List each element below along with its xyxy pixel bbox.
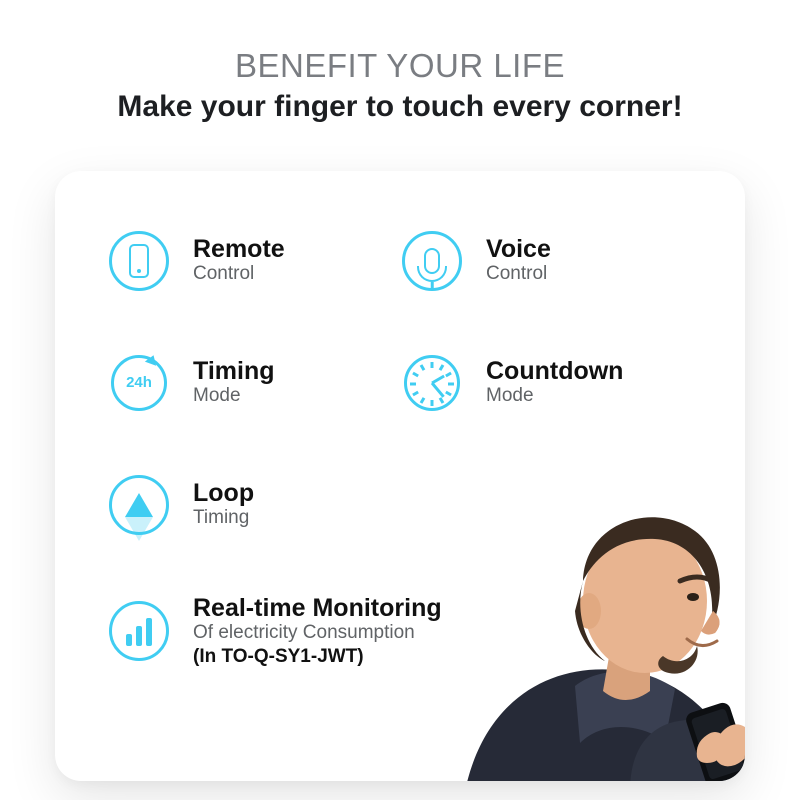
feature-note: (In TO-Q-SY1-JWT) [193,646,442,668]
feature-title: Remote [193,236,285,262]
feature-subtitle: Of electricity Consumption [193,623,442,644]
feature-subtitle: Mode [193,386,274,407]
feature-title: Timing [193,358,274,384]
feature-remote: Remote Control [107,229,400,293]
feature-subtitle: Timing [193,508,254,529]
features-grid: Remote Control Voice Control 24h Timing … [107,229,693,668]
features-card: Remote Control Voice Control 24h Timing … [55,171,745,781]
feature-monitoring: Real-time Monitoring Of electricity Cons… [107,595,693,668]
clock-icon [400,351,464,415]
feature-subtitle: Control [193,264,285,285]
hourglass-icon [107,473,171,537]
feature-title: Countdown [486,358,623,384]
feature-timing: 24h Timing Mode [107,351,400,415]
headline: BENEFIT YOUR LIFE [235,48,565,84]
feature-loop: Loop Timing [107,473,400,537]
phone-icon [107,229,171,293]
bar-chart-icon [107,599,171,663]
feature-title: Voice [486,236,551,262]
feature-title: Loop [193,480,254,506]
feature-voice: Voice Control [400,229,693,293]
timer-24h-icon: 24h [107,351,171,415]
feature-subtitle: Control [486,264,551,285]
feature-title: Real-time Monitoring [193,595,442,621]
feature-countdown: Countdown Mode [400,351,693,415]
feature-subtitle: Mode [486,386,623,407]
subheadline: Make your finger to touch every corner! [117,90,682,125]
mic-icon [400,229,464,293]
